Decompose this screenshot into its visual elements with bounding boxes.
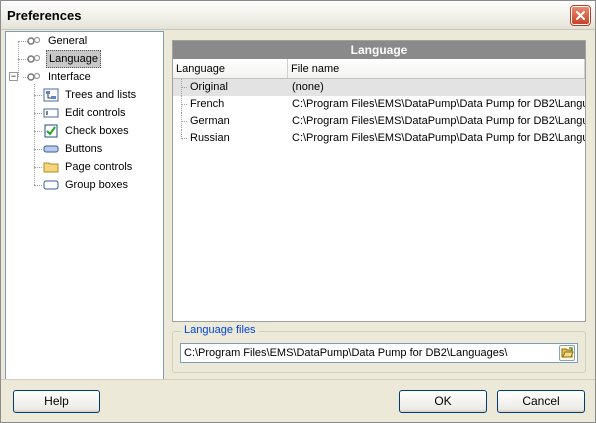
- preferences-tree[interactable]: − General Language Interface Trees and l…: [5, 31, 164, 380]
- language-cell-text: French: [190, 98, 225, 110]
- tree-item-general[interactable]: General: [25, 32, 89, 50]
- tree-item-label: Trees and lists: [65, 89, 137, 101]
- language-cell: German: [173, 113, 288, 130]
- tree-item-label: Page controls: [65, 161, 133, 173]
- tree-item-check-boxes[interactable]: Check boxes: [42, 122, 131, 140]
- group-box-icon: [42, 178, 60, 192]
- settings-icon: [25, 52, 43, 66]
- settings-icon: [25, 70, 43, 84]
- language-files-path-input[interactable]: C:\Program Files\EMS\DataPump\Data Pump …: [180, 343, 578, 363]
- file-name-cell: C:\Program Files\EMS\DataPump\Data Pump …: [292, 98, 585, 110]
- tree-item-label: Group boxes: [65, 179, 128, 191]
- browse-folder-button[interactable]: [559, 345, 575, 361]
- settings-icon: [25, 34, 43, 48]
- grid-row[interactable]: German C:\Program Files\EMS\DataPump\Dat…: [173, 113, 585, 130]
- tree-item-trees-and-lists[interactable]: Trees and lists: [42, 86, 138, 104]
- group-legend: Language files: [181, 324, 259, 336]
- tree-item-label: Interface: [48, 71, 91, 83]
- button-icon: [42, 142, 60, 156]
- tree-item-page-controls[interactable]: Page controls: [42, 158, 134, 176]
- preferences-dialog: Preferences − General Language Interface…: [0, 0, 596, 423]
- close-button[interactable]: [570, 5, 591, 26]
- language-cell: Original: [173, 79, 288, 96]
- language-cell-text: Russian: [190, 132, 230, 144]
- tree-item-buttons[interactable]: Buttons: [42, 140, 104, 158]
- help-button[interactable]: Help: [13, 390, 100, 413]
- open-folder-icon: [561, 347, 574, 358]
- grid-row[interactable]: Russian C:\Program Files\EMS\DataPump\Da…: [173, 130, 585, 147]
- grid-row[interactable]: French C:\Program Files\EMS\DataPump\Dat…: [173, 96, 585, 113]
- checkbox-icon: [42, 124, 60, 138]
- path-value: C:\Program Files\EMS\DataPump\Data Pump …: [184, 347, 508, 359]
- tree-item-label: General: [48, 35, 88, 47]
- tree-item-label: Edit controls: [65, 107, 126, 119]
- grid-row[interactable]: Original (none): [173, 79, 585, 96]
- cancel-button[interactable]: Cancel: [497, 390, 585, 413]
- language-cell: French: [173, 96, 288, 113]
- language-cell-text: Original: [190, 81, 228, 93]
- edit-control-icon: [42, 106, 60, 120]
- window-title: Preferences: [7, 8, 82, 23]
- language-cell: Russian: [173, 130, 288, 147]
- tree-item-group-boxes[interactable]: Group boxes: [42, 176, 130, 194]
- file-name-cell: C:\Program Files\EMS\DataPump\Data Pump …: [292, 132, 585, 144]
- tree-item-edit-controls[interactable]: Edit controls: [42, 104, 128, 122]
- file-name-cell: C:\Program Files\EMS\DataPump\Data Pump …: [292, 115, 585, 127]
- tree-item-label: Buttons: [65, 143, 103, 155]
- tree-icon: [42, 88, 60, 102]
- tree-item-language[interactable]: Language: [25, 50, 101, 68]
- close-icon: [576, 11, 585, 20]
- dialog-button-bar: Help OK Cancel: [1, 379, 595, 422]
- tree-item-label: Check boxes: [65, 125, 129, 137]
- file-name-cell: (none): [292, 81, 324, 93]
- language-cell-text: German: [190, 115, 230, 127]
- language-grid[interactable]: Language Language File name Original (no…: [172, 40, 586, 322]
- column-header-language[interactable]: Language: [173, 59, 288, 78]
- ok-button[interactable]: OK: [399, 390, 487, 413]
- folder-icon: [42, 160, 60, 174]
- title-bar[interactable]: Preferences: [1, 1, 595, 30]
- column-header-file-name[interactable]: File name: [288, 59, 585, 78]
- tree-item-label: Language: [46, 50, 101, 68]
- tree-item-interface[interactable]: Interface: [25, 68, 93, 86]
- grid-header: Language File name: [173, 59, 585, 79]
- interface-collapse-toggle[interactable]: −: [9, 72, 18, 81]
- language-files-group: Language files C:\Program Files\EMS\Data…: [172, 324, 586, 373]
- content-header: Language: [173, 41, 585, 59]
